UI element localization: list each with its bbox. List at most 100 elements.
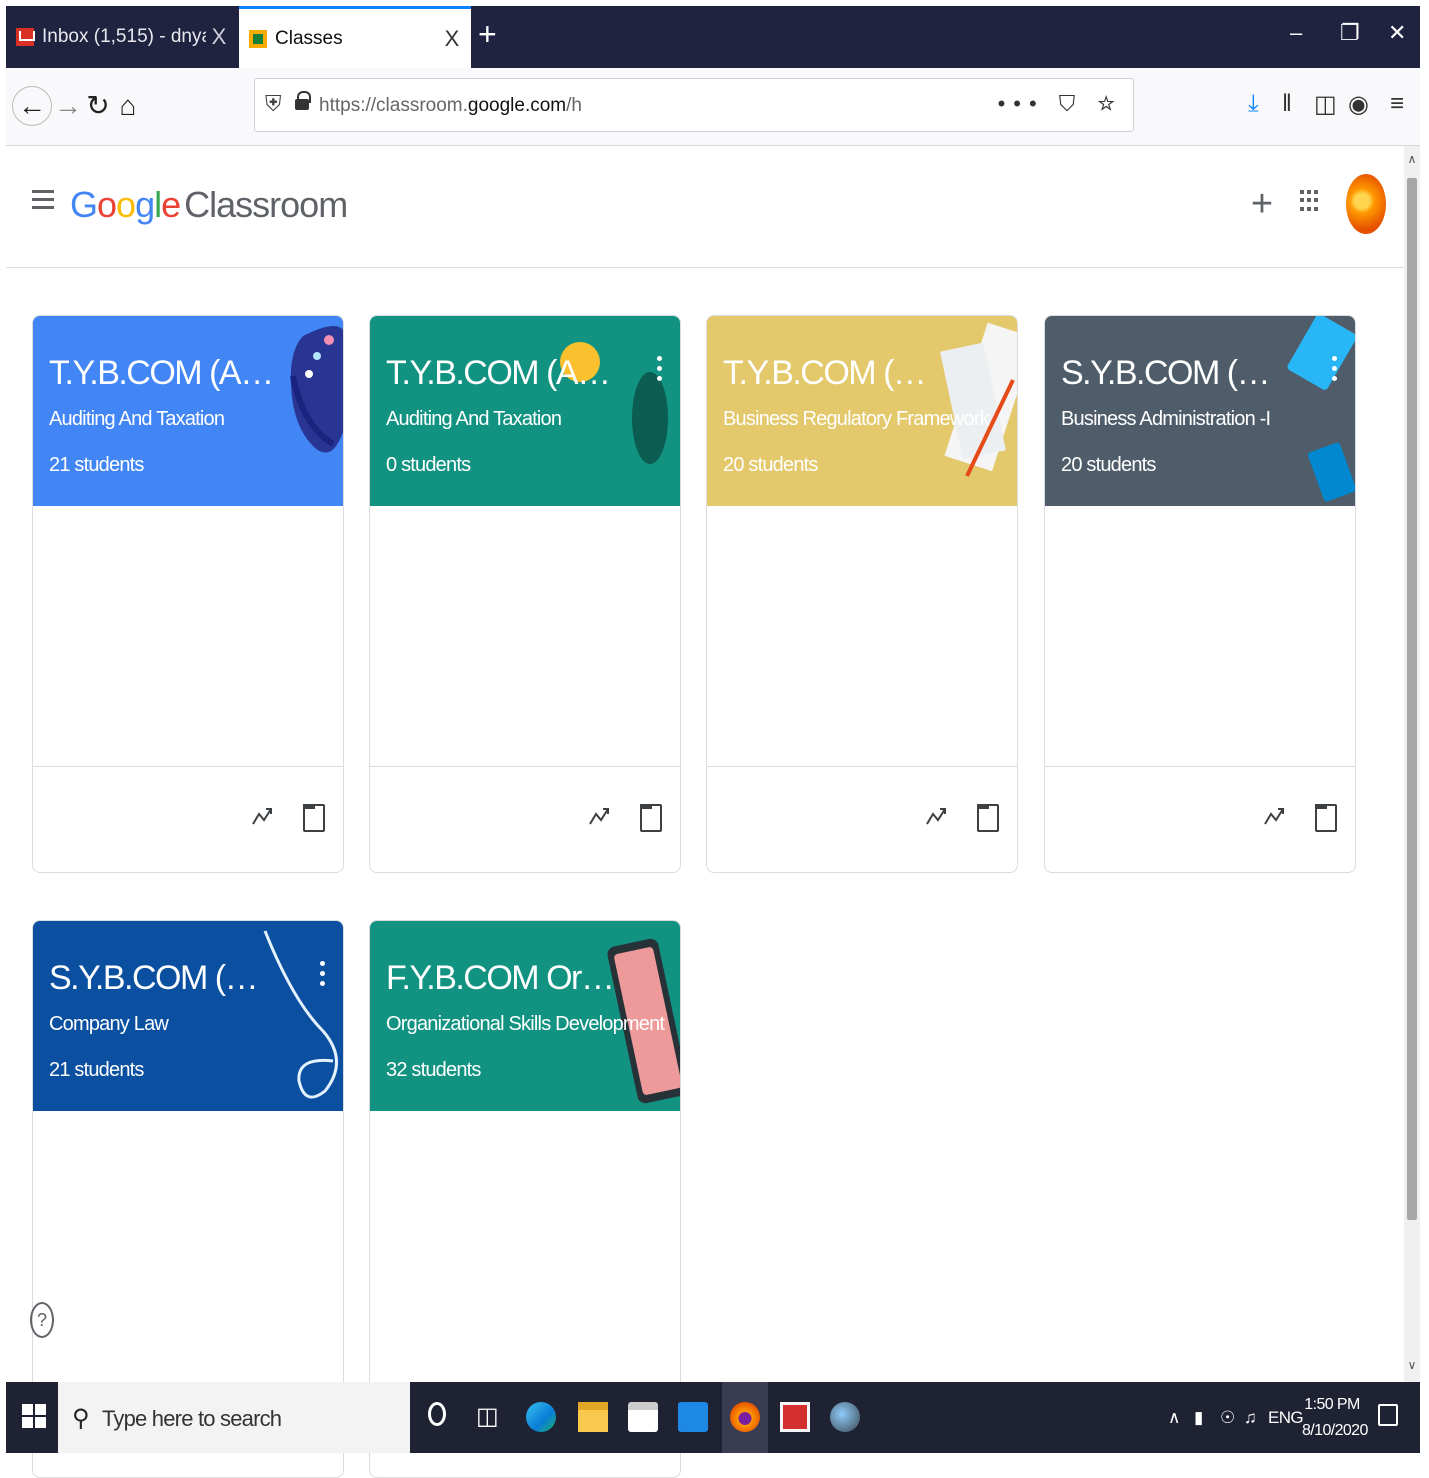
volume-icon[interactable]: ♫ xyxy=(1244,1408,1257,1428)
classroom-icon xyxy=(249,29,267,48)
clock-time: 1:50 PM xyxy=(1304,1396,1360,1413)
class-card[interactable]: T.Y.B.COM (Auditing ... Auditing And Tax… xyxy=(369,315,681,873)
trending-icon[interactable] xyxy=(1263,804,1287,828)
edge-icon[interactable] xyxy=(526,1402,556,1432)
address-bar[interactable]: ⛨ https://classroom.google.com/h ••• ⛉ ☆ xyxy=(254,78,1134,132)
tab-close-icon[interactable]: X xyxy=(206,24,232,50)
class-card-header[interactable]: S.Y.B.COM (Business ... Business Adminis… xyxy=(1045,316,1355,506)
clock-date: 8/10/2020 xyxy=(1302,1422,1368,1439)
account-icon[interactable]: ◉ xyxy=(1348,90,1369,119)
mail-icon[interactable] xyxy=(678,1402,708,1432)
task-view-icon[interactable]: ◫ xyxy=(476,1402,506,1432)
firefox-icon[interactable] xyxy=(730,1402,760,1432)
gamepad-illustration xyxy=(290,326,343,453)
more-options-icon[interactable] xyxy=(1331,356,1337,382)
student-count: 21 students xyxy=(49,454,144,476)
class-title[interactable]: T.Y.B.COM (Auditing ... xyxy=(386,354,616,393)
tab-classes-title: Classes xyxy=(275,27,343,49)
shapes-illustration xyxy=(560,342,668,464)
rope-illustration xyxy=(263,930,338,1099)
folder-icon[interactable] xyxy=(1315,804,1337,832)
more-options-icon[interactable] xyxy=(319,961,325,987)
search-icon: ⚲ xyxy=(72,1405,90,1432)
student-count: 21 students xyxy=(49,1059,144,1081)
trending-icon[interactable] xyxy=(251,804,275,828)
folder-icon[interactable] xyxy=(977,804,999,832)
scroll-thumb[interactable] xyxy=(1407,178,1417,1220)
browser-tab-strip: Inbox (1,515) - dnyanesh.bhag X Classes … xyxy=(6,6,1420,68)
wifi-icon[interactable]: ☉ xyxy=(1220,1408,1235,1428)
class-section: Business Administration -I xyxy=(1061,408,1271,430)
window-close-icon[interactable]: ✕ xyxy=(1388,20,1406,46)
trending-icon[interactable] xyxy=(925,804,949,828)
google-classroom-logo[interactable]: Google Classroom xyxy=(70,184,348,226)
sidebar-icon[interactable]: ◫ xyxy=(1314,90,1337,119)
library-icon[interactable]: ‖ xyxy=(1282,90,1292,118)
student-count: 20 students xyxy=(723,454,818,476)
scroll-down-icon[interactable]: ∨ xyxy=(1404,1358,1420,1372)
page-actions-icon[interactable]: ••• ⛉ ☆ xyxy=(998,91,1123,117)
class-title[interactable]: S.Y.B.COM (Company... xyxy=(49,959,279,998)
lock-icon[interactable] xyxy=(295,91,311,110)
tab-close-icon[interactable]: X xyxy=(439,26,465,52)
class-section: Auditing And Taxation xyxy=(49,408,225,430)
student-count: 0 students xyxy=(386,454,471,476)
taskbar-clock[interactable]: 1:50 PM 8/10/2020 xyxy=(1302,1392,1368,1444)
scroll-up-icon[interactable]: ∧ xyxy=(1404,152,1420,166)
home-icon[interactable]: ⌂ xyxy=(110,88,146,124)
file-explorer-icon[interactable] xyxy=(578,1402,608,1432)
class-title[interactable]: S.Y.B.COM (Business ... xyxy=(1061,354,1291,393)
class-card-header[interactable]: T.Y.B.COM (Auditing ... Auditing And Tax… xyxy=(370,316,680,506)
paint-icon[interactable] xyxy=(830,1402,860,1432)
taskbar-search-placeholder[interactable]: Type here to search xyxy=(102,1406,282,1432)
language-indicator[interactable]: ENG xyxy=(1268,1408,1304,1428)
url-text[interactable]: https://classroom.google.com/h xyxy=(319,95,582,117)
class-card-header[interactable]: S.Y.B.COM (Company... Company Law 21 stu… xyxy=(33,921,343,1111)
store-icon[interactable] xyxy=(628,1402,658,1432)
class-card[interactable]: S.Y.B.COM (Business ... Business Adminis… xyxy=(1044,315,1356,873)
folder-icon[interactable] xyxy=(303,804,325,832)
class-card-header[interactable]: T.Y.B.COM (M. Law) Business Regulatory F… xyxy=(707,316,1017,506)
tracking-shield-icon[interactable]: ⛨ xyxy=(265,91,282,117)
help-icon[interactable]: ? xyxy=(30,1302,54,1338)
class-title[interactable]: T.Y.B.COM (M. Law) xyxy=(723,354,953,393)
class-title[interactable]: T.Y.B.COM (Auditing ... xyxy=(49,354,279,393)
class-section: Company Law xyxy=(49,1013,169,1035)
windows-start-icon[interactable] xyxy=(22,1404,46,1428)
trending-icon[interactable] xyxy=(588,804,612,828)
google-apps-icon[interactable] xyxy=(1300,190,1322,212)
download-icon[interactable]: ⤓ xyxy=(1248,90,1259,118)
student-count: 32 students xyxy=(386,1059,481,1081)
tab-inbox[interactable]: Inbox (1,515) - dnyanesh.bhag X xyxy=(10,6,238,68)
avatar[interactable] xyxy=(1346,174,1386,234)
add-class-button[interactable]: + xyxy=(1244,184,1280,224)
restore-icon[interactable]: ❐ xyxy=(1340,20,1360,46)
devices-illustration xyxy=(1287,316,1355,502)
class-card[interactable]: T.Y.B.COM (Auditing ... Auditing And Tax… xyxy=(32,315,344,873)
gmail-icon xyxy=(16,28,34,46)
minimize-icon[interactable]: – xyxy=(1290,20,1302,46)
class-card[interactable]: T.Y.B.COM (M. Law) Business Regulatory F… xyxy=(706,315,1018,873)
class-section: Business Regulatory Framework xyxy=(723,408,990,430)
card-divider xyxy=(1045,766,1355,767)
new-tab-button[interactable]: + xyxy=(478,16,497,53)
pdf-app-icon[interactable] xyxy=(780,1402,810,1432)
class-card-header[interactable]: F.Y.B.COM Organizati... Organizational S… xyxy=(370,921,680,1111)
card-divider xyxy=(707,766,1017,767)
folder-icon[interactable] xyxy=(640,804,662,832)
more-options-icon[interactable] xyxy=(656,356,662,382)
tray-chevron-icon[interactable]: ∧ xyxy=(1168,1408,1180,1428)
cortana-icon[interactable] xyxy=(428,1402,446,1426)
back-arrow-icon[interactable]: ← xyxy=(12,86,52,126)
main-menu-icon[interactable] xyxy=(32,190,54,210)
tab-classes[interactable]: Classes X xyxy=(239,6,471,68)
taskbar-search-box[interactable]: ⚲ Type here to search xyxy=(58,1382,410,1453)
hamburger-menu-icon[interactable]: ≡ xyxy=(1390,90,1404,118)
class-card-header[interactable]: T.Y.B.COM (Auditing ... Auditing And Tax… xyxy=(33,316,343,506)
page-scrollbar[interactable]: ∧ ∨ xyxy=(1404,146,1420,1382)
class-section: Organizational Skills Development xyxy=(386,1013,665,1035)
classroom-header: Google Classroom + xyxy=(6,146,1404,268)
class-title[interactable]: F.Y.B.COM Organizati... xyxy=(386,959,616,998)
notification-icon[interactable] xyxy=(1378,1404,1398,1426)
battery-icon[interactable]: ▮ xyxy=(1194,1408,1203,1428)
